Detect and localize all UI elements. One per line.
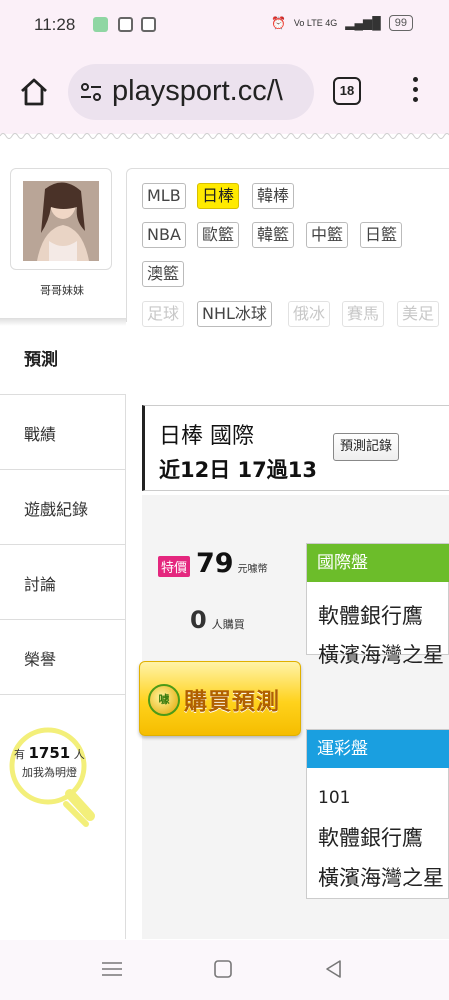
status-bar: 11:28 ⏰ Vo LTE 4G ▂▄▆█ 99 [0, 0, 449, 50]
sidebar-item-honor[interactable]: 榮譽 [0, 620, 125, 695]
profile-name[interactable]: 哥哥妹妹 [0, 282, 124, 298]
avatar-photo [23, 181, 99, 261]
sidebar-item-label: 討論 [24, 575, 57, 594]
sidebar-item-discussion[interactable]: 討論 [0, 545, 125, 620]
app-notification-icon [93, 17, 108, 32]
battery-icon: 99 [388, 15, 413, 31]
team-name: 軟體銀行鷹 [318, 604, 423, 628]
panel-header: 運彩盤 [307, 730, 449, 768]
price-value: 79 [196, 548, 234, 579]
prediction-record-button[interactable]: 預測記錄 [333, 433, 400, 461]
team-name: 軟體銀行鷹 [318, 826, 423, 850]
recent-apps-icon[interactable] [100, 958, 124, 980]
tab-predict[interactable]: 預測 [24, 345, 58, 370]
status-time: 11:28 [34, 15, 76, 34]
fan-count: 有 1751 人 [14, 744, 85, 762]
page-top-border [0, 133, 449, 139]
league-tabs: MLB 日棒 韓棒 NBA 歐籃 韓籃 中籃 日籃 澳籃 足球 NHL冰球 俄冰… [126, 168, 449, 327]
divider [0, 318, 126, 326]
game-number: 101 [318, 788, 351, 808]
league-tab-australia-basketball[interactable]: 澳籃 [142, 261, 185, 287]
lottery-odds-panel: 運彩盤 101 軟體銀行鷹 橫濱海灣之星 [306, 729, 449, 899]
buyer-count: 0 [190, 606, 207, 634]
sidebar-item-label: 遊戲紀錄 [24, 500, 89, 519]
buy-button-label: 購買預測 [184, 689, 280, 715]
signal-icon: ▂▄▆█ [345, 16, 381, 30]
more-menu-icon[interactable] [408, 77, 422, 107]
league-tab-russia-hockey: 俄冰 [288, 301, 331, 327]
league-tab-nba[interactable]: NBA [142, 222, 186, 248]
sidebar-item-label: 榮譽 [24, 650, 57, 669]
window-notification-icon [118, 17, 133, 32]
buyer-unit: 人購買 [211, 618, 245, 631]
league-tab-american-football: 美足 [397, 301, 440, 327]
status-indicators: ⏰ Vo LTE 4G ▂▄▆█ 99 [271, 15, 413, 31]
league-tab-korea-basketball[interactable]: 韓籃 [252, 222, 295, 248]
game-header: 日棒 國際 近12日 17過13 預測記錄 [142, 405, 449, 491]
site-settings-icon[interactable] [80, 82, 102, 102]
sidebar-item-game-log[interactable]: 遊戲紀錄 [0, 470, 125, 545]
buyer-row: 0 人購買 [190, 606, 245, 634]
alarm-icon: ⏰ [270, 16, 286, 30]
sidebar-item-label: 戰績 [24, 425, 57, 444]
league-tab-korea-baseball[interactable]: 韓棒 [252, 183, 295, 209]
system-navigation-bar [0, 940, 449, 1000]
tab-switcher-button[interactable]: 18 [333, 77, 361, 105]
fan-suffix: 人 [73, 748, 85, 761]
coin-icon: 噱 [148, 684, 180, 716]
network-text: Vo LTE 4G [293, 18, 338, 28]
team-name: 橫濱海灣之星 [318, 643, 444, 667]
avatar-card[interactable] [10, 168, 112, 270]
league-tab-nhl[interactable]: NHL冰球 [197, 301, 272, 327]
url-text: playsport.cc/\ [112, 75, 283, 107]
league-tab-mlb[interactable]: MLB [142, 183, 186, 209]
international-odds-panel: 國際盤 軟體銀行鷹 橫濱海灣之星 [306, 543, 449, 667]
home-nav-icon[interactable] [211, 958, 235, 980]
price-row: 特價 79 元噱幣 [158, 548, 268, 579]
avatar [23, 181, 99, 261]
fan-number: 1751 [28, 744, 71, 762]
league-tab-japan-baseball[interactable]: 日棒 [197, 183, 240, 209]
league-tab-horse-racing: 賽馬 [342, 301, 385, 327]
home-icon[interactable] [18, 76, 50, 108]
fan-caption[interactable]: 加我為明燈 [22, 764, 77, 780]
sidebar-item-record[interactable]: 戰績 [0, 395, 125, 470]
league-tab-euro-basketball[interactable]: 歐籃 [197, 222, 240, 248]
team-name: 橫濱海灣之星 [318, 866, 444, 890]
panel-header: 國際盤 [307, 544, 449, 582]
price-unit: 元噱幣 [237, 564, 268, 575]
game-title: 日棒 國際 [159, 424, 254, 449]
sidebar-menu: 戰績 遊戲紀錄 討論 榮譽 [0, 394, 126, 939]
game-record: 近12日 17過13 [159, 458, 317, 482]
buy-prediction-button[interactable]: 噱 購買預測 [139, 661, 301, 736]
sale-badge: 特價 [158, 556, 191, 577]
back-icon[interactable] [322, 958, 346, 980]
browser-toolbar: playsport.cc/\ 18 [0, 50, 449, 134]
address-bar[interactable]: playsport.cc/\ [68, 64, 314, 120]
league-tab-soccer: 足球 [142, 301, 185, 327]
league-tab-china-basketball[interactable]: 中籃 [306, 222, 349, 248]
window-notification-icon-2 [141, 17, 156, 32]
league-tab-japan-basketball[interactable]: 日籃 [360, 222, 403, 248]
fan-prefix: 有 [14, 748, 25, 761]
